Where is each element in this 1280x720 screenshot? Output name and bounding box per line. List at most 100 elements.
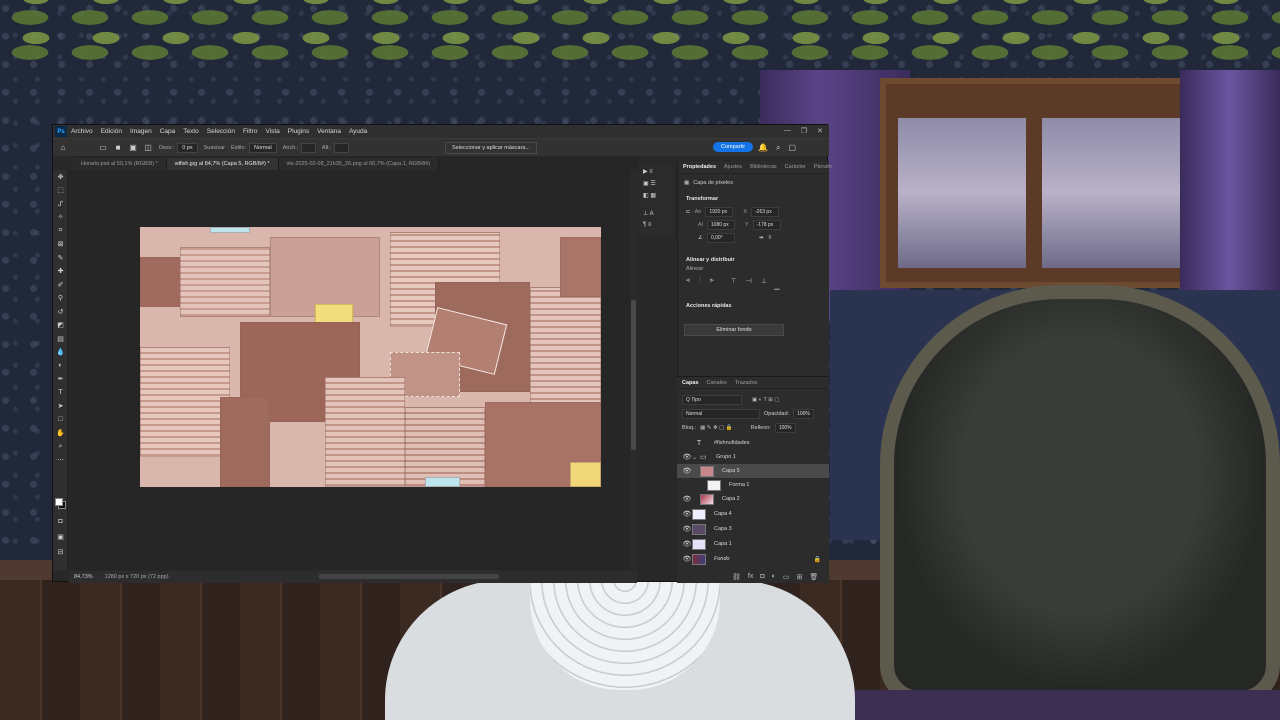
- layer-row[interactable]: T #fishnufidades: [677, 436, 829, 450]
- close-button[interactable]: ✕: [817, 127, 823, 135]
- layer-name[interactable]: Capa 4: [714, 511, 732, 517]
- move-tool-icon[interactable]: ✥: [53, 170, 68, 184]
- layer-filter-select[interactable]: Q Tipo: [682, 395, 742, 405]
- layer-row[interactable]: 👁 Capa 1: [677, 537, 829, 551]
- layer-name[interactable]: Fondo: [714, 556, 730, 562]
- document-workspace[interactable]: [69, 170, 637, 570]
- layer-row[interactable]: 👁 ⌄ ▭ Grupo 1: [677, 450, 829, 464]
- align-middle-icon[interactable]: ⊣: [746, 277, 752, 285]
- blend-mode-select[interactable]: Normal: [682, 409, 760, 419]
- tab-libraries[interactable]: Bibliotecas: [750, 164, 777, 170]
- dodge-tool-icon[interactable]: ◐: [53, 359, 68, 373]
- tab-wlfish[interactable]: wlfish.jpg al 84,7% (Capa 5, RGB/8#) *: [166, 158, 279, 170]
- eye-icon[interactable]: 👁: [682, 555, 692, 563]
- layer-name[interactable]: Capa 3: [714, 526, 732, 532]
- minimize-button[interactable]: —: [784, 127, 791, 135]
- align-top-icon[interactable]: ⊤: [731, 277, 737, 285]
- blur-tool-icon[interactable]: 💧: [53, 346, 68, 360]
- tab-layers[interactable]: Capas: [682, 380, 699, 386]
- align-section[interactable]: Alinear y distribuir: [686, 257, 829, 263]
- tab-vts[interactable]: vts-2025-02-08_21h35_26.png al 66,7% (Ca…: [278, 158, 440, 170]
- fill-field[interactable]: 100%: [774, 423, 796, 433]
- more-options-icon[interactable]: •••: [774, 287, 829, 293]
- menu-seleccion[interactable]: Selección: [207, 128, 235, 135]
- edit-toolbar-icon[interactable]: ⊟: [53, 545, 68, 559]
- layer-row[interactable]: 👁 Fondo 🔒: [677, 552, 829, 566]
- chevron-down-icon[interactable]: ⌄: [692, 454, 700, 461]
- rectangle-tool-icon[interactable]: □: [53, 413, 68, 427]
- width-input[interactable]: [301, 142, 316, 153]
- eraser-tool-icon[interactable]: ◩: [53, 319, 68, 333]
- marquee-tool-icon[interactable]: ⬚: [53, 184, 68, 198]
- menu-ventana[interactable]: Ventana: [317, 128, 341, 135]
- y-field[interactable]: -178 px: [752, 220, 781, 230]
- tab-adjustments[interactable]: Ajustes: [724, 164, 742, 170]
- layer-row-selected[interactable]: 👁 Capa 5: [677, 464, 829, 478]
- align-bottom-icon[interactable]: ⊥: [761, 277, 767, 285]
- new-group-icon[interactable]: ▭: [783, 573, 790, 581]
- select-and-mask-button[interactable]: Seleccionar y aplicar máscara...: [445, 142, 537, 154]
- frame-tool-icon[interactable]: ⊠: [53, 238, 68, 252]
- feather-input[interactable]: 0 px: [177, 142, 198, 153]
- zoom-level[interactable]: 84,73%: [74, 574, 93, 580]
- maximize-button[interactable]: ❐: [801, 127, 807, 135]
- opacity-field[interactable]: 100%: [793, 409, 814, 419]
- tab-horario[interactable]: Horario.psd al 50,1% (RGB/8) *: [73, 158, 167, 170]
- quick-actions-section[interactable]: Acciones rápidas: [686, 303, 829, 309]
- tab-paragraph[interactable]: Párrafo: [814, 164, 832, 170]
- height-field[interactable]: 1080 px: [706, 220, 735, 230]
- marquee-tool-icon[interactable]: ▭: [98, 143, 108, 153]
- menu-texto[interactable]: Texto: [183, 128, 199, 135]
- antialias-checkbox[interactable]: Suavizar: [204, 145, 225, 151]
- comments-icon[interactable]: ▣ ☰: [639, 177, 675, 189]
- angle-field[interactable]: 0,00°: [706, 233, 735, 243]
- eye-icon[interactable]: 👁: [682, 540, 692, 548]
- quick-mask-icon[interactable]: ◘: [53, 515, 68, 529]
- add-mask-icon[interactable]: ◘: [760, 573, 764, 581]
- menu-filtro[interactable]: Filtro: [243, 128, 257, 135]
- align-right-icon[interactable]: ⫸: [710, 277, 714, 285]
- layer-name[interactable]: Capa 1: [714, 541, 732, 547]
- x-field[interactable]: -263 px: [751, 207, 780, 217]
- share-button[interactable]: Compartir: [713, 142, 754, 152]
- link-icon[interactable]: ⊏: [686, 209, 691, 215]
- photoshop-logo[interactable]: Ps: [55, 126, 67, 137]
- menu-ayuda[interactable]: Ayuda: [349, 128, 367, 135]
- flip-horizontal-icon[interactable]: ⇹: [759, 235, 764, 241]
- bell-icon[interactable]: 🔔: [758, 143, 768, 153]
- align-center-icon[interactable]: ⫶: [699, 277, 701, 285]
- layer-name[interactable]: Capa 2: [722, 496, 740, 502]
- width-field[interactable]: 1920 px: [705, 207, 734, 217]
- gradient-tool-icon[interactable]: ▤: [53, 332, 68, 346]
- search-icon[interactable]: ⌕: [776, 143, 780, 153]
- height-input[interactable]: [334, 142, 349, 153]
- character-icon[interactable]: ⊥ A: [639, 207, 675, 219]
- menu-imagen[interactable]: Imagen: [130, 128, 152, 135]
- eye-icon[interactable]: 👁: [682, 467, 692, 475]
- eye-icon[interactable]: 👁: [682, 510, 692, 518]
- more-tools-icon[interactable]: ⋯: [53, 454, 68, 468]
- hand-tool-icon[interactable]: ✋: [53, 427, 68, 441]
- menu-edicion[interactable]: Edición: [101, 128, 122, 135]
- magic-wand-icon[interactable]: ✧: [53, 211, 68, 225]
- align-left-icon[interactable]: ⫷: [686, 277, 690, 285]
- tab-character[interactable]: Carácter: [785, 164, 806, 170]
- menu-capa[interactable]: Capa: [160, 128, 176, 135]
- tab-properties[interactable]: Propiedades: [683, 164, 716, 170]
- history-icon[interactable]: ▶ ≡: [639, 165, 675, 177]
- add-selection-icon[interactable]: ▣: [128, 143, 138, 153]
- style-select[interactable]: Normal: [248, 142, 277, 153]
- tab-channels[interactable]: Canales: [707, 380, 727, 386]
- workspace-icon[interactable]: ▢: [788, 143, 796, 153]
- new-layer-icon[interactable]: ⊞: [796, 573, 802, 581]
- eye-icon[interactable]: 👁: [682, 453, 692, 461]
- type-tool-icon[interactable]: T: [53, 386, 68, 400]
- pen-tool-icon[interactable]: ✒: [53, 373, 68, 387]
- remove-background-button[interactable]: Eliminar fondo: [684, 324, 784, 336]
- healing-brush-icon[interactable]: ✚: [53, 265, 68, 279]
- menu-vista[interactable]: Vista: [265, 128, 279, 135]
- new-selection-icon[interactable]: ■: [113, 143, 123, 153]
- layer-row[interactable]: 👁 Capa 2: [677, 492, 829, 506]
- subtract-selection-icon[interactable]: ◫: [143, 143, 153, 153]
- layer-name[interactable]: Forma 1: [729, 482, 749, 488]
